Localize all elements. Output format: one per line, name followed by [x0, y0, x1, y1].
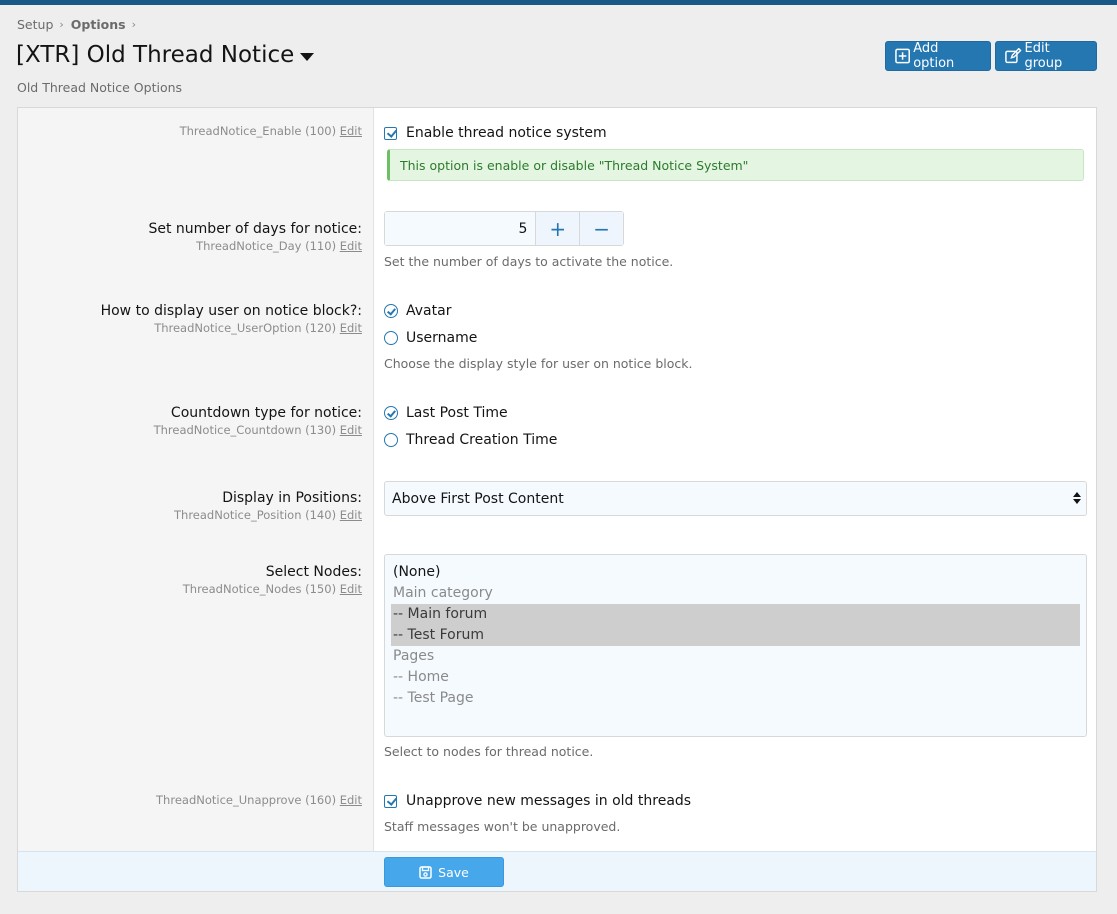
select-arrows-icon — [1073, 492, 1081, 505]
node-option[interactable]: -- Home — [391, 667, 1080, 688]
page-description: Old Thread Notice Options — [17, 80, 183, 95]
nodes-hint: ThreadNotice_Nodes (150) — [182, 582, 337, 596]
nodes-label: Select Nodes: — [265, 564, 362, 580]
position-hint: ThreadNotice_Position (140) — [174, 508, 337, 522]
nodes-explain: Select to nodes for thread notice. — [384, 744, 594, 759]
radio-checked-icon[interactable] — [384, 406, 398, 420]
enable-option-label: ThreadNotice_Enable (100) Edit — [180, 123, 362, 139]
breadcrumb-options[interactable]: Options — [71, 17, 126, 32]
node-option[interactable]: (None) — [391, 562, 1080, 583]
radio-thread-creation[interactable]: Thread Creation Time — [384, 432, 557, 448]
form-footer: Save — [18, 851, 1096, 891]
unapprove-edit-link[interactable]: Edit — [340, 793, 362, 807]
edit-icon — [1005, 48, 1022, 64]
radio-avatar-label: Avatar — [406, 303, 452, 319]
enable-checkbox-label: Enable thread notice system — [406, 125, 607, 141]
save-label: Save — [438, 864, 469, 880]
nodes-option-label: Select Nodes: ThreadNotice_Nodes (150) E… — [183, 563, 362, 597]
days-input[interactable]: 5 — [385, 212, 536, 245]
radio-avatar[interactable]: Avatar — [384, 303, 451, 319]
node-option[interactable]: -- Test Page — [391, 688, 1080, 709]
radio-last-post-label: Last Post Time — [406, 405, 508, 421]
node-option-selected[interactable]: -- Main forum — [391, 604, 1080, 625]
unapprove-checkbox[interactable]: Unapprove new messages in old threads — [384, 793, 691, 809]
days-label: Set number of days for notice: — [148, 221, 362, 237]
page-title[interactable]: [XTR] Old Thread Notice — [16, 42, 315, 68]
position-label: Display in Positions: — [222, 490, 362, 506]
days-option-label: Set number of days for notice: ThreadNot… — [148, 220, 362, 254]
days-stepper: 5 + − — [384, 211, 624, 246]
radio-checked-icon[interactable] — [384, 304, 398, 318]
user-option-label-text: How to display user on notice block?: — [100, 303, 362, 319]
breadcrumb-setup[interactable]: Setup — [17, 17, 53, 32]
user-option-edit-link[interactable]: Edit — [340, 321, 362, 335]
chevron-right-icon: › — [131, 18, 136, 31]
breadcrumb: Setup › Options › — [17, 17, 143, 32]
days-edit-link[interactable]: Edit — [340, 239, 362, 253]
user-option-label: How to display user on notice block?: Th… — [101, 302, 362, 336]
decrement-button[interactable]: − — [579, 212, 623, 245]
nodes-multiselect[interactable]: (None) Main category -- Main forum -- Te… — [384, 554, 1087, 737]
enable-edit-link[interactable]: Edit — [340, 124, 362, 138]
user-option-hint: ThreadNotice_UserOption (120) — [154, 321, 337, 335]
countdown-hint: ThreadNotice_Countdown (130) — [153, 423, 337, 437]
save-icon — [419, 865, 432, 879]
checkbox-checked-icon[interactable] — [384, 126, 397, 140]
caret-down-icon[interactable] — [300, 52, 315, 61]
chevron-right-icon: › — [59, 18, 64, 31]
top-bar — [0, 0, 1117, 5]
radio-username-label: Username — [406, 330, 478, 346]
countdown-option-label: Countdown type for notice: ThreadNotice_… — [154, 404, 362, 438]
days-hint: ThreadNotice_Day (110) — [196, 239, 337, 253]
increment-button[interactable]: + — [535, 212, 580, 245]
node-option-selected[interactable]: -- Test Forum — [391, 625, 1080, 646]
radio-last-post[interactable]: Last Post Time — [384, 405, 508, 421]
user-option-explain: Choose the display style for user on not… — [384, 356, 693, 371]
nodes-edit-link[interactable]: Edit — [340, 582, 362, 596]
radio-thread-creation-label: Thread Creation Time — [406, 432, 558, 448]
edit-group-button[interactable]: Edit group — [995, 41, 1097, 71]
plus-square-icon — [895, 48, 910, 64]
days-explain: Set the number of days to activate the n… — [384, 254, 674, 269]
radio-unchecked-icon[interactable] — [384, 331, 398, 345]
edit-group-label: Edit group — [1024, 41, 1063, 71]
unapprove-option-label: ThreadNotice_Unapprove (160) Edit — [156, 792, 362, 808]
countdown-edit-link[interactable]: Edit — [340, 423, 362, 437]
position-selected-value: Above First Post Content — [392, 490, 564, 507]
enable-notice: This option is enable or disable "Thread… — [387, 149, 1084, 181]
position-option-label: Display in Positions: ThreadNotice_Posit… — [174, 489, 362, 523]
page-title-text: [XTR] Old Thread Notice — [16, 42, 295, 68]
node-group-label: Pages — [393, 648, 435, 664]
unapprove-explain: Staff messages won't be unapproved. — [384, 819, 621, 834]
add-option-label: Add option — [913, 41, 955, 71]
radio-username[interactable]: Username — [384, 330, 477, 346]
add-option-button[interactable]: Add option — [885, 41, 991, 71]
position-edit-link[interactable]: Edit — [340, 508, 362, 522]
save-button[interactable]: Save — [384, 857, 504, 887]
checkbox-checked-icon[interactable] — [384, 794, 397, 808]
radio-unchecked-icon[interactable] — [384, 433, 398, 447]
unapprove-hint: ThreadNotice_Unapprove (160) — [156, 793, 337, 807]
options-form: ThreadNotice_Enable (100) Edit Enable th… — [17, 107, 1097, 892]
enable-option-hint: ThreadNotice_Enable (100) — [179, 124, 337, 138]
position-select[interactable]: Above First Post Content — [384, 481, 1087, 516]
enable-checkbox[interactable]: Enable thread notice system — [384, 125, 607, 141]
countdown-label: Countdown type for notice: — [170, 405, 362, 421]
unapprove-checkbox-label: Unapprove new messages in old threads — [406, 793, 692, 809]
node-group-label: Main category — [393, 585, 493, 601]
